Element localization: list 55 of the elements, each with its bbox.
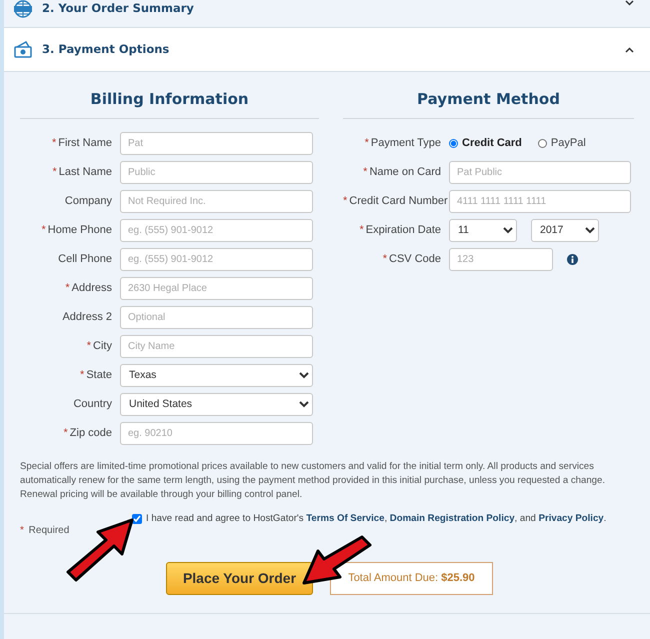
field-label: Country	[72, 396, 113, 412]
policy-link[interactable]: Domain Registration Policy	[390, 512, 515, 524]
input-field[interactable]: Pat	[120, 132, 313, 154]
select-field[interactable]: United States	[120, 392, 313, 416]
disclaimer-text: Special offers are limited-time promotional prices available to new customers and valid for the initial term only. All products and services automatically renew for the same term length, using the payment method provided in this initial purchase, unless you requested a change. Renewal pricing will be available through your billing control panel.	[19, 460, 606, 502]
globe-icon	[14, 0, 32, 18]
radio-button[interactable]	[538, 138, 547, 148]
section-title: 2. Your Order Summary	[42, 0, 194, 17]
input-field[interactable]: 2630 Hegal Place	[120, 276, 313, 300]
radio-button[interactable]	[449, 138, 458, 148]
field-label: * Credit Card Number	[343, 194, 449, 209]
section-header[interactable]: 3. Payment Options	[4, 28, 650, 72]
money-icon	[14, 40, 32, 58]
field-label: * Zip code	[62, 426, 113, 441]
field-label: Address 2	[61, 310, 113, 325]
agree-checkbox[interactable]	[132, 514, 142, 524]
input-field[interactable]: eg. (555) 901-9012	[120, 218, 313, 242]
input-field[interactable]: Not Required Inc.	[120, 190, 313, 212]
input-field[interactable]: Pat Public	[449, 160, 631, 184]
field-label: * Address	[64, 280, 113, 296]
place-order-button[interactable]: Place Your Order	[166, 562, 313, 595]
policy-link[interactable]: Terms Of Service	[306, 512, 384, 524]
field-label: * CSV Code	[382, 252, 442, 267]
year-select[interactable]: 2017	[531, 218, 599, 242]
input-field[interactable]: Public	[120, 160, 313, 184]
field-label: * Home Phone	[40, 222, 113, 238]
chevron-up-icon[interactable]	[625, 46, 634, 52]
column-heading: Payment Method	[343, 88, 634, 118]
chevron-down-icon[interactable]	[625, 0, 634, 6]
field-label: * City	[86, 338, 113, 354]
month-select[interactable]: 11	[449, 218, 517, 242]
column-heading: Billing Information	[20, 88, 319, 118]
section-title: 3. Payment Options	[42, 40, 170, 58]
select-field[interactable]: Texas	[120, 364, 313, 386]
field-label: Cell Phone	[57, 252, 113, 267]
input-field[interactable]: eg. (555) 901-9012	[120, 248, 313, 270]
input-field[interactable]: Optional	[120, 306, 313, 328]
input-field[interactable]: eg. 90210	[120, 422, 313, 444]
field-label: * Name on Card	[362, 164, 442, 180]
field-label: * First Name	[50, 136, 113, 151]
radio-label[interactable]: Credit Card	[462, 134, 522, 152]
policy-link[interactable]: Privacy Policy	[538, 512, 604, 524]
agreement-text: I have read and agree to HostGator's Terms Of Service, Domain Registration Policy, and Privacy Policy.	[146, 512, 606, 526]
field-label: * Expiration Date	[358, 222, 442, 238]
radio-label[interactable]: PayPal	[550, 134, 586, 152]
field-label: * State	[79, 368, 113, 383]
input-field[interactable]: 4111 1111 1111 1111	[449, 190, 631, 212]
info-icon[interactable]	[567, 254, 578, 264]
field-label: * Last Name	[52, 164, 113, 180]
required-note: * Required	[19, 524, 70, 538]
field-label: Company	[64, 194, 113, 209]
field-label: * Payment Type	[364, 136, 442, 151]
input-field[interactable]: 123	[449, 248, 553, 270]
total-amount-box: Total Amount Due: $25.90	[330, 562, 493, 595]
input-field[interactable]: City Name	[120, 334, 313, 358]
